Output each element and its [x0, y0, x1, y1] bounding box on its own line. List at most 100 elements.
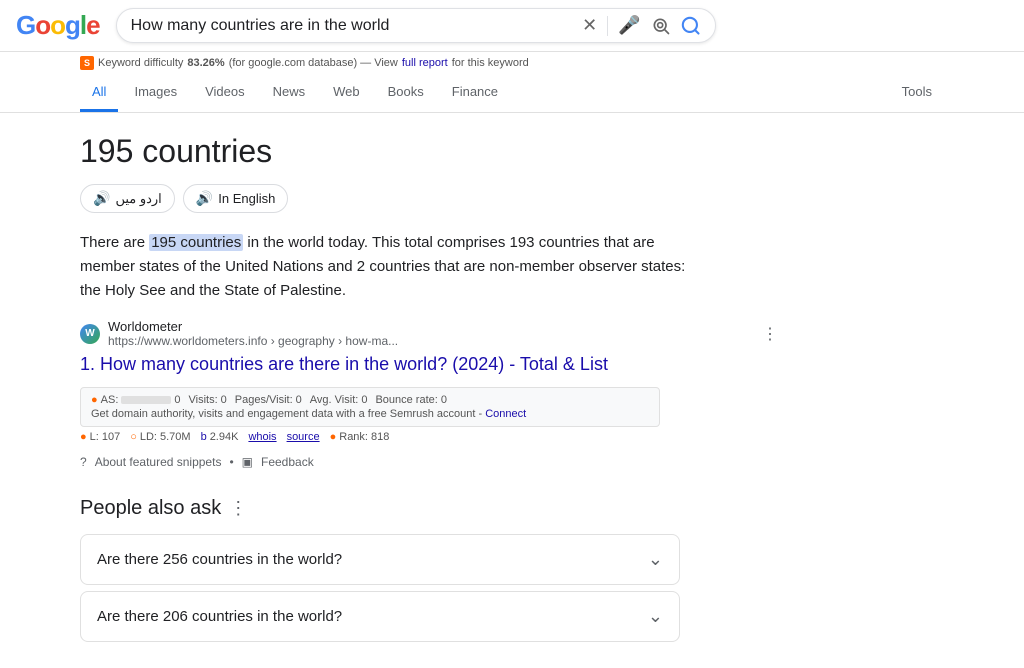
chevron-down-icon-1: ⌄	[648, 549, 663, 570]
arabic-label: اردو میں	[115, 191, 161, 207]
paa-header: People also ask ⋮	[80, 497, 780, 520]
metric-b: b 2.94K	[201, 431, 239, 443]
result-title-text: How many countries are there in the worl…	[100, 354, 608, 374]
whois-link[interactable]: whois	[248, 431, 276, 443]
paa-question-1[interactable]: Are there 256 countries in the world? ⌄	[81, 535, 679, 584]
paa-item-1[interactable]: Are there 256 countries in the world? ⌄	[80, 534, 680, 585]
metric-visits: Visits: 0	[189, 394, 227, 406]
visits-label: Visits:	[189, 394, 218, 406]
avg-label: Avg. Visit:	[310, 394, 359, 406]
metric-pages: Pages/Visit: 0	[235, 394, 302, 406]
separator: •	[229, 455, 233, 469]
pages-value: 0	[296, 394, 302, 406]
as-label: AS:	[101, 394, 119, 406]
paa-question-2[interactable]: Are there 206 countries in the world? ⌄	[81, 592, 679, 641]
paa-question-text-1: Are there 256 countries in the world?	[97, 551, 342, 568]
snippet-description: There are 195 countries in the world tod…	[80, 231, 700, 303]
as-value: 0	[174, 394, 180, 406]
extra-metrics-row: ● L: 107 ○ LD: 5.70M b 2.94K whois sourc…	[80, 431, 660, 443]
ld-label: LD:	[140, 431, 157, 443]
metric-bounce: Bounce rate: 0	[375, 394, 447, 406]
seo-difficulty-bar: S Keyword difficulty 83.26% (for google.…	[0, 52, 1024, 74]
full-report-link[interactable]: full report	[402, 57, 448, 69]
bounce-label: Bounce rate:	[375, 394, 437, 406]
search-button[interactable]	[681, 16, 701, 36]
search-icons: ✕ 🎤	[582, 15, 701, 36]
avg-value: 0	[361, 394, 367, 406]
metric-l: ● L: 107	[80, 431, 120, 443]
paa-menu-icon[interactable]: ⋮	[229, 498, 247, 519]
visits-value: 0	[221, 394, 227, 406]
metrics-row: ● AS: 0 Visits: 0 Pages/Visit: 0 Avg. Vi…	[91, 394, 649, 406]
l-value: 107	[102, 431, 120, 443]
english-label: In English	[218, 191, 275, 206]
source-info: Worldometer https://www.worldometers.inf…	[108, 319, 398, 348]
description-before: There are	[80, 234, 149, 251]
divider	[607, 16, 608, 36]
speaker-icon-en: 🔊	[196, 190, 213, 207]
metric-ld: ○ LD: 5.70M	[130, 431, 190, 443]
source-url: https://www.worldometers.info › geograph…	[108, 334, 398, 348]
semrush-icon: S	[80, 56, 94, 70]
l-label: L:	[90, 431, 99, 443]
ld-value: 5.70M	[160, 431, 191, 443]
tab-videos[interactable]: Videos	[193, 74, 257, 112]
feedback-link[interactable]: Feedback	[261, 455, 314, 469]
metric-as: ● AS: 0	[91, 394, 181, 406]
paa-item-2[interactable]: Are there 206 countries in the world? ⌄	[80, 591, 680, 642]
source-link[interactable]: source	[287, 431, 320, 443]
clear-button[interactable]: ✕	[582, 15, 597, 36]
featured-answer: 195 countries	[80, 133, 780, 170]
semrush-text: Get domain authority, visits and engagem…	[91, 408, 482, 420]
english-pronunciation-button[interactable]: 🔊 In English	[183, 184, 289, 213]
search-input[interactable]	[131, 17, 574, 35]
metric-avg: Avg. Visit: 0	[310, 394, 368, 406]
tab-books[interactable]: Books	[376, 74, 436, 112]
semrush-connect-link[interactable]: Connect	[485, 408, 526, 420]
tab-images[interactable]: Images	[122, 74, 189, 112]
highlighted-term: 195 countries	[149, 234, 243, 251]
tab-web[interactable]: Web	[321, 74, 372, 112]
question-icon: ?	[80, 455, 87, 469]
difficulty-context: (for google.com database) — View	[229, 57, 398, 69]
difficulty-value: 83.26%	[187, 57, 224, 69]
image-search-button[interactable]	[651, 16, 671, 36]
main-content: 195 countries 🔊 اردو میں 🔊 In English Th…	[0, 113, 860, 668]
paa-title: People also ask	[80, 497, 221, 520]
pages-label: Pages/Visit:	[235, 394, 293, 406]
metric-rank: ● Rank: 818	[330, 431, 390, 443]
tab-finance[interactable]: Finance	[440, 74, 510, 112]
tab-news[interactable]: News	[261, 74, 318, 112]
difficulty-suffix: for this keyword	[452, 57, 529, 69]
about-featured-snippets-link[interactable]: About featured snippets	[95, 455, 222, 469]
nav-tabs: All Images Videos News Web Books Finance…	[0, 74, 1024, 113]
search-bar-wrapper: ✕ 🎤	[116, 8, 716, 43]
google-logo: Google	[16, 10, 100, 41]
as-bar	[121, 396, 171, 404]
paa-question-text-2: Are there 206 countries in the world?	[97, 608, 342, 625]
source-row: W Worldometer https://www.worldometers.i…	[80, 319, 780, 348]
search-bar: ✕ 🎤	[116, 8, 716, 43]
source-menu-button[interactable]: ⋮	[760, 324, 780, 344]
seo-metrics-box: ● AS: 0 Visits: 0 Pages/Visit: 0 Avg. Vi…	[80, 387, 660, 427]
source-name: Worldometer	[108, 319, 398, 334]
result-number: 1.	[80, 354, 95, 374]
language-buttons: 🔊 اردو میں 🔊 In English	[80, 184, 780, 213]
rank-label: Rank:	[339, 431, 368, 443]
header: Google ✕ 🎤	[0, 0, 1024, 52]
rank-value: 818	[371, 431, 389, 443]
arabic-pronunciation-button[interactable]: 🔊 اردو میں	[80, 184, 175, 213]
result-title-link[interactable]: 1. How many countries are there in the w…	[80, 352, 660, 377]
bounce-value: 0	[441, 394, 447, 406]
semrush-promo-row: Get domain authority, visits and engagem…	[91, 408, 649, 420]
tab-tools[interactable]: Tools	[890, 74, 944, 112]
voice-search-button[interactable]: 🎤	[618, 15, 640, 36]
feedback-icon: ▣	[242, 455, 253, 469]
tab-all[interactable]: All	[80, 74, 118, 112]
source-favicon: W	[80, 324, 100, 344]
speaker-icon: 🔊	[93, 190, 110, 207]
keyword-difficulty-label: Keyword difficulty	[98, 57, 183, 69]
b-value: 2.94K	[210, 431, 239, 443]
chevron-down-icon-2: ⌄	[648, 606, 663, 627]
snippet-footer: ? About featured snippets • ▣ Feedback	[80, 455, 780, 469]
